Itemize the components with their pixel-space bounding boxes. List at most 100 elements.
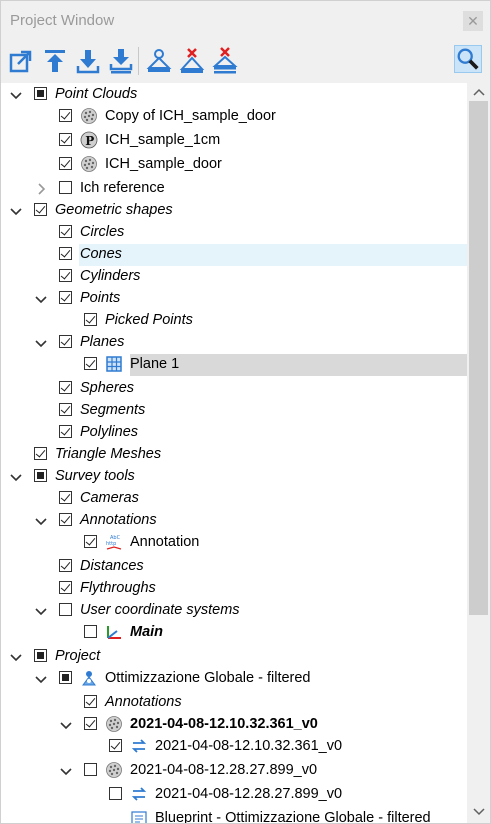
tree-item[interactable]: Survey tools	[1, 466, 467, 488]
visibility-checkbox[interactable]	[59, 671, 72, 684]
tree-item[interactable]: Picked Points	[1, 310, 467, 332]
visibility-checkbox[interactable]	[59, 335, 72, 348]
tree-item-label: Main	[130, 624, 164, 640]
expand-arrow-icon[interactable]	[35, 182, 47, 195]
tree-item[interactable]: Flythroughs	[1, 578, 467, 600]
tree-item[interactable]: Geometric shapes	[1, 200, 467, 222]
tree-item[interactable]: 2021-04-08-12.10.32.361_v0	[1, 714, 467, 736]
tree-item[interactable]: Cameras	[1, 488, 467, 510]
collapse-arrow-icon[interactable]	[35, 604, 47, 616]
collapse-arrow-icon[interactable]	[35, 514, 47, 526]
collapse-arrow-icon[interactable]	[60, 718, 72, 730]
collapse-arrow-icon[interactable]	[10, 650, 22, 662]
tree-item[interactable]: Cones	[59, 244, 467, 266]
visibility-checkbox[interactable]	[34, 87, 47, 100]
tree-item[interactable]: Ottimizzazione Globale - filtered	[1, 668, 467, 690]
visibility-checkbox[interactable]	[84, 625, 97, 638]
p-icon: P	[80, 131, 98, 149]
collapse-arrow-icon[interactable]	[10, 88, 22, 100]
tree-item[interactable]: Points	[1, 288, 467, 310]
tree-item[interactable]: Ich reference	[1, 178, 467, 200]
tree-item-label: Cameras	[80, 490, 139, 506]
tree-item[interactable]: Project	[1, 646, 467, 668]
tree-item-label: Spheres	[80, 380, 135, 396]
visibility-checkbox[interactable]	[34, 469, 47, 482]
tree-item[interactable]: Planes	[1, 332, 467, 354]
tree-item[interactable]: Point Clouds	[1, 84, 467, 106]
collapse-arrow-icon[interactable]	[10, 204, 22, 216]
visibility-checkbox[interactable]	[59, 425, 72, 438]
scroll-down-icon[interactable]	[473, 807, 485, 817]
tree-item[interactable]: Segments	[1, 400, 467, 422]
tree-item-label: Triangle Meshes	[55, 446, 162, 462]
visibility-checkbox[interactable]	[59, 603, 72, 616]
visibility-checkbox[interactable]	[84, 717, 97, 730]
collapse-arrow-icon[interactable]	[35, 672, 47, 684]
tree-item[interactable]: ICH_sample_door	[1, 154, 467, 176]
download-all-icon[interactable]	[107, 47, 135, 75]
collapse-arrow-icon[interactable]	[60, 764, 72, 776]
visibility-checkbox[interactable]	[59, 181, 72, 194]
upload-icon[interactable]	[41, 47, 69, 75]
collapse-arrow-icon[interactable]	[35, 292, 47, 304]
visibility-checkbox[interactable]	[59, 381, 72, 394]
visibility-checkbox[interactable]	[109, 787, 122, 800]
tree-item[interactable]: Main	[1, 622, 467, 644]
visibility-checkbox[interactable]	[59, 157, 72, 170]
visibility-checkbox[interactable]	[34, 649, 47, 662]
tree-item[interactable]: Plane 1	[84, 354, 467, 376]
visibility-checkbox[interactable]	[109, 739, 122, 752]
visibility-checkbox[interactable]	[59, 581, 72, 594]
tree-item[interactable]: Annotations	[1, 692, 467, 714]
export-icon[interactable]	[7, 47, 35, 75]
visibility-checkbox[interactable]	[59, 491, 72, 504]
search-button[interactable]	[454, 45, 482, 73]
transform-icon	[130, 785, 148, 803]
tree-item[interactable]: 2021-04-08-12.28.27.899_v0	[1, 784, 467, 806]
visibility-checkbox[interactable]	[84, 535, 97, 548]
visibility-checkbox[interactable]	[84, 313, 97, 326]
visibility-checkbox[interactable]	[59, 133, 72, 146]
tree-item[interactable]: Blueprint - Ottimizzazione Globale - fil…	[1, 808, 467, 823]
tree-item-label: Annotations	[105, 694, 182, 710]
visibility-checkbox[interactable]	[59, 269, 72, 282]
tree-item[interactable]: Circles	[1, 222, 467, 244]
visibility-checkbox[interactable]	[59, 109, 72, 122]
tree-item-label: 2021-04-08-12.28.27.899_v0	[155, 786, 343, 802]
visibility-checkbox[interactable]	[59, 291, 72, 304]
tree-item[interactable]: AbC http Annotation	[1, 532, 467, 554]
tree-item[interactable]: Cylinders	[1, 266, 467, 288]
download-icon[interactable]	[74, 47, 102, 75]
project-window: Project Window ✕ Point Clouds Copy of ICH…	[0, 0, 491, 824]
visibility-checkbox[interactable]	[59, 225, 72, 238]
visibility-checkbox[interactable]	[59, 403, 72, 416]
visibility-checkbox[interactable]	[59, 247, 72, 260]
visibility-checkbox[interactable]	[84, 763, 97, 776]
visibility-checkbox[interactable]	[84, 695, 97, 708]
visibility-checkbox[interactable]	[84, 357, 97, 370]
tree-item[interactable]: User coordinate systems	[1, 600, 467, 622]
close-button[interactable]: ✕	[463, 11, 483, 31]
scrollbar-thumb[interactable]	[469, 101, 488, 615]
tree-item[interactable]: Triangle Meshes	[1, 444, 467, 466]
collapse-arrow-icon[interactable]	[10, 470, 22, 482]
tree-item[interactable]: P ICH_sample_1cm	[1, 130, 467, 152]
tree-item[interactable]: Spheres	[1, 378, 467, 400]
tree-item[interactable]: 2021-04-08-12.28.27.899_v0	[1, 760, 467, 782]
pyramid-delete-all-icon[interactable]	[211, 47, 239, 75]
tree-item[interactable]: 2021-04-08-12.10.32.361_v0	[1, 736, 467, 758]
visibility-checkbox[interactable]	[34, 447, 47, 460]
tree-item[interactable]: Copy of ICH_sample_door	[1, 106, 467, 128]
pyramid-delete-icon[interactable]	[178, 47, 206, 75]
vertical-scrollbar[interactable]	[467, 83, 490, 823]
tree-item[interactable]: Annotations	[1, 510, 467, 532]
visibility-checkbox[interactable]	[34, 203, 47, 216]
tree-item[interactable]: Distances	[1, 556, 467, 578]
pyramid-icon[interactable]	[145, 47, 173, 75]
visibility-checkbox[interactable]	[59, 513, 72, 526]
scroll-up-icon[interactable]	[473, 87, 485, 97]
tree-item-label: ICH_sample_1cm	[105, 132, 221, 148]
tree-item[interactable]: Polylines	[1, 422, 467, 444]
collapse-arrow-icon[interactable]	[35, 336, 47, 348]
visibility-checkbox[interactable]	[59, 559, 72, 572]
